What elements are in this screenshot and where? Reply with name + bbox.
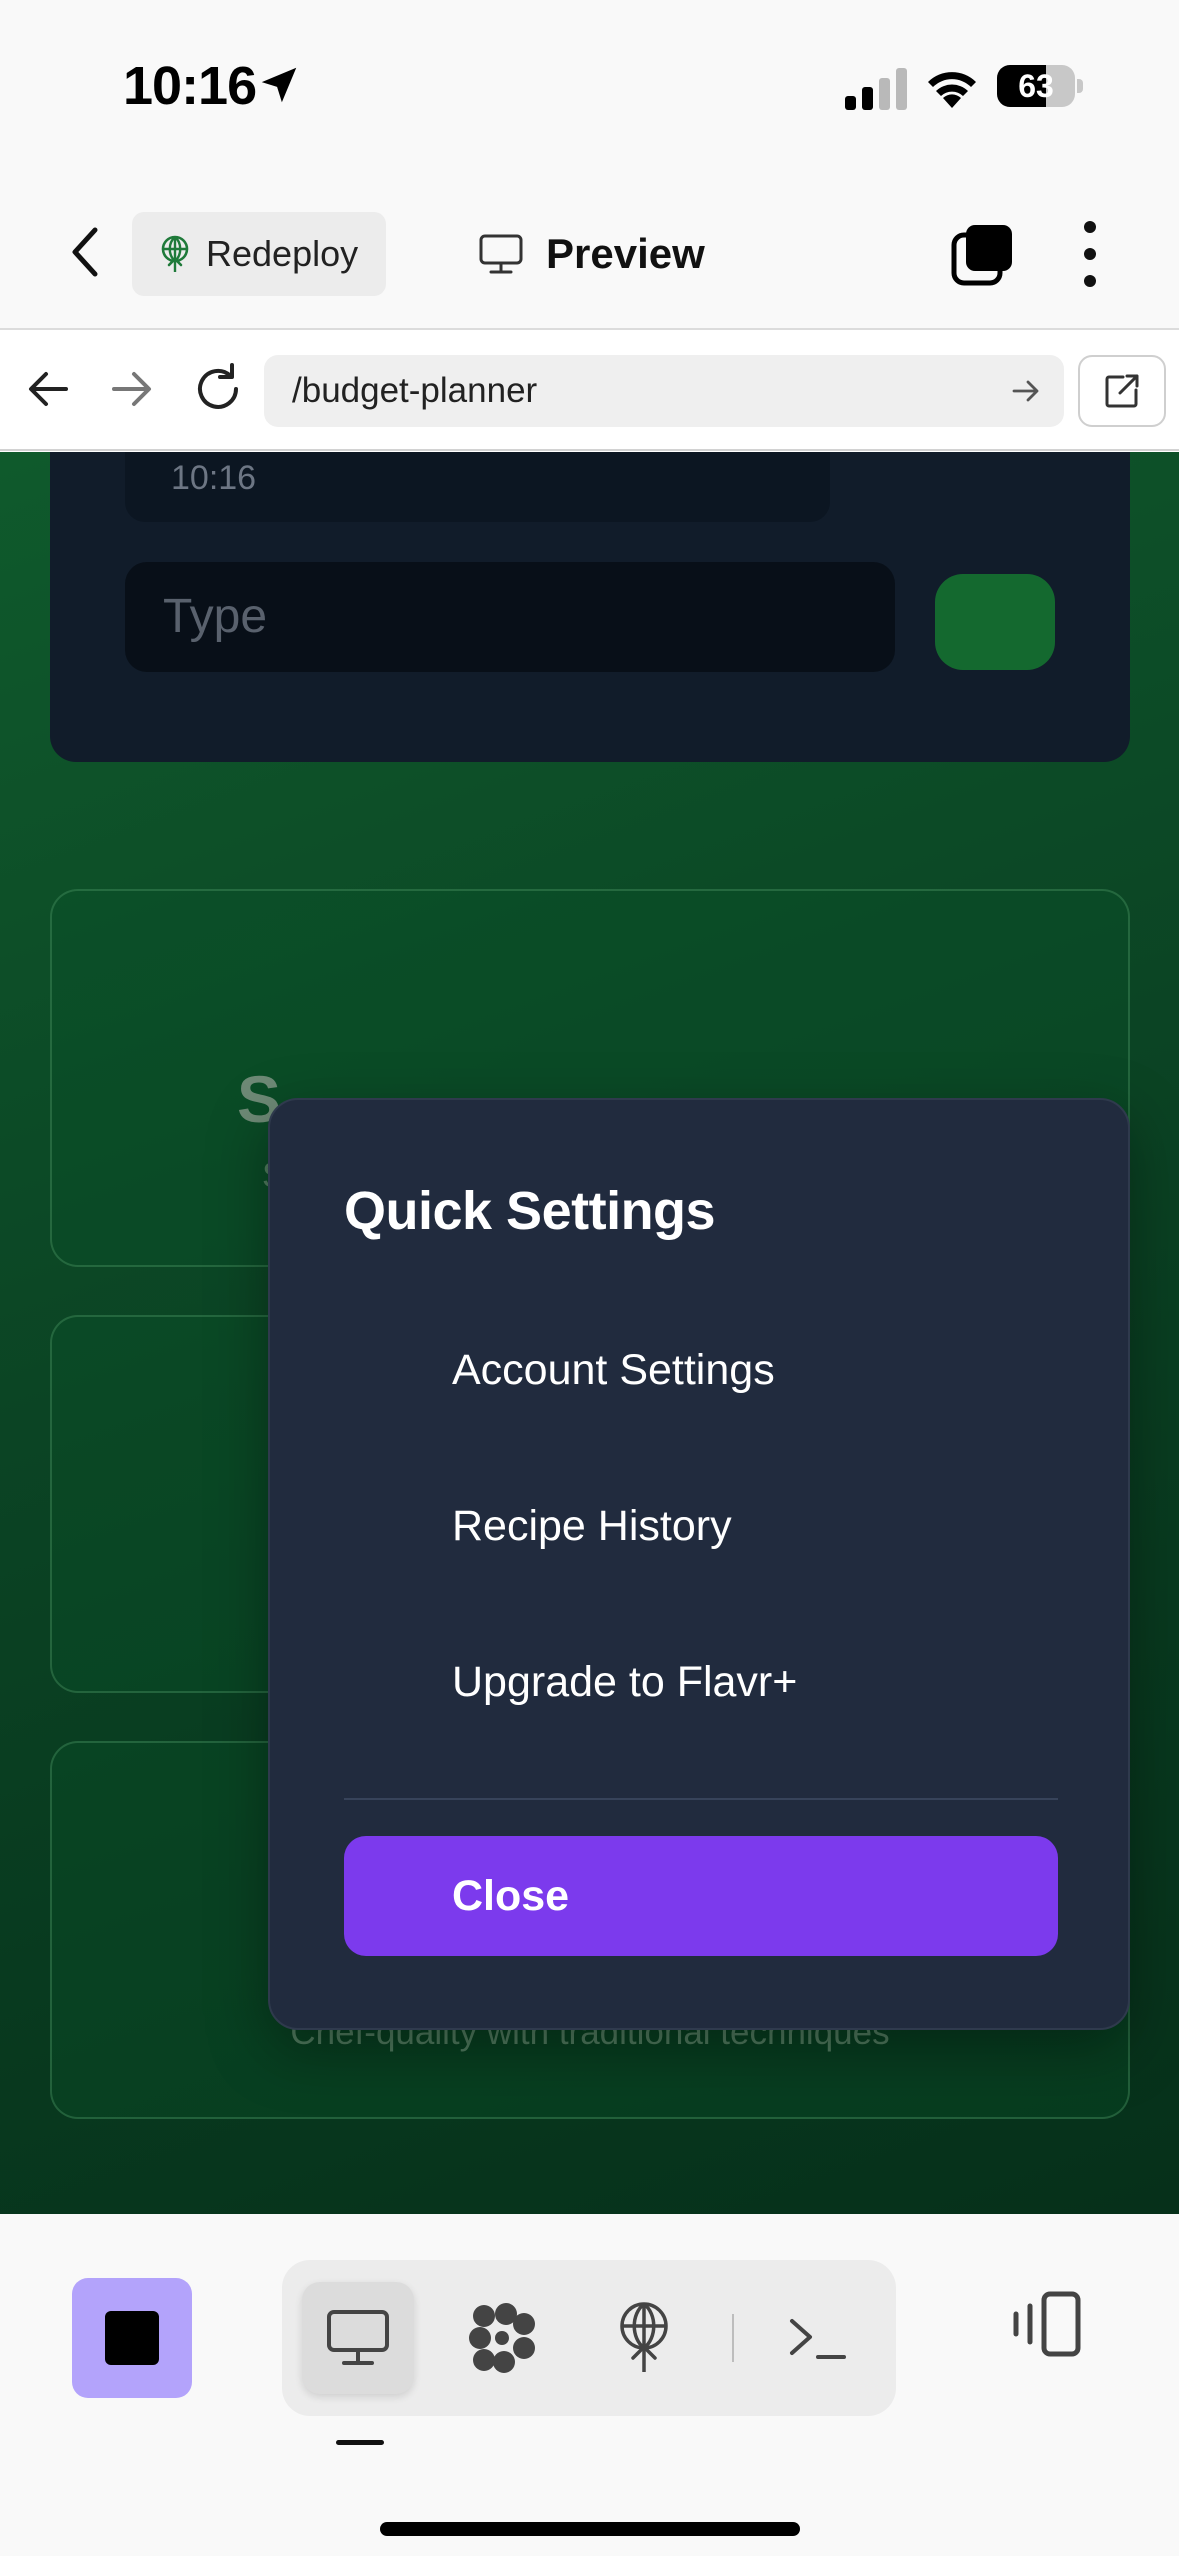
- wifi-icon: [928, 72, 976, 108]
- chevron-left-icon: [72, 227, 98, 277]
- web-preview: 10:16 Type S S Organized by days with va…: [0, 452, 1179, 2214]
- chat-input[interactable]: Type: [125, 562, 895, 672]
- home-indicator: [380, 2522, 800, 2536]
- bottom-toolbar: [0, 2214, 1179, 2556]
- flower-icon: [469, 2303, 535, 2373]
- panel-toggle-icon[interactable]: [1006, 2284, 1090, 2368]
- chat-timestamp: 10:16: [171, 459, 257, 497]
- preview-button[interactable]: Preview: [478, 212, 705, 296]
- battery-percent: 63: [1018, 68, 1054, 104]
- modal-title: Quick Settings: [344, 1181, 716, 1241]
- external-link-icon: [1105, 374, 1139, 408]
- menu-item-upgrade[interactable]: Upgrade to Flavr+: [344, 1622, 1058, 1742]
- active-tool-indicator: [336, 2440, 384, 2445]
- url-text: /budget-planner: [292, 371, 538, 410]
- close-button[interactable]: Close: [344, 1836, 1058, 1956]
- deploy-icon: [620, 2302, 668, 2372]
- battery-indicator: 63: [997, 65, 1083, 107]
- back-button[interactable]: [55, 220, 115, 284]
- deploy-tool-button[interactable]: [588, 2282, 700, 2394]
- arrow-right-icon[interactable]: [106, 363, 158, 415]
- terminal-icon: [790, 2319, 846, 2359]
- arrow-left-icon[interactable]: [22, 363, 74, 415]
- terminal-tool-button[interactable]: [762, 2282, 874, 2394]
- chat-input-placeholder: Type: [163, 590, 268, 643]
- desktop-icon: [327, 2310, 389, 2365]
- open-external-button[interactable]: [1078, 355, 1166, 427]
- quick-settings-modal: Quick Settings Account Settings Recipe H…: [268, 1098, 1130, 2030]
- cellular-signal-icon: [845, 68, 907, 110]
- chat-message: 10:16: [125, 452, 830, 522]
- status-time: 10:16: [123, 56, 257, 116]
- redeploy-button[interactable]: Redeploy: [132, 212, 386, 296]
- status-bar: 10:16 63: [0, 0, 1179, 175]
- tool-switcher: [282, 2260, 896, 2416]
- stop-icon: [105, 2311, 159, 2365]
- url-input[interactable]: /budget-planner: [264, 355, 1064, 427]
- tool-separator: [732, 2314, 734, 2362]
- location-arrow-icon: [261, 67, 297, 103]
- stop-button[interactable]: [72, 2278, 192, 2398]
- app-top-bar: Redeploy Preview: [0, 175, 1179, 330]
- menu-item-recipe-history[interactable]: Recipe History: [344, 1466, 1058, 1586]
- more-options-icon[interactable]: [1070, 217, 1110, 291]
- desktop-tool-button[interactable]: [302, 2282, 414, 2394]
- preview-label: Preview: [546, 230, 705, 277]
- flower-tool-button[interactable]: [446, 2282, 558, 2394]
- redeploy-label: Redeploy: [206, 233, 359, 274]
- menu-item-account-settings[interactable]: Account Settings: [344, 1310, 1058, 1430]
- tabs-icon[interactable]: [950, 223, 1014, 287]
- monitor-icon: [479, 234, 523, 274]
- deploy-icon: [161, 235, 189, 272]
- chat-card: 10:16 Type: [50, 452, 1130, 762]
- reload-icon[interactable]: [190, 361, 246, 417]
- url-bar: /budget-planner: [0, 331, 1179, 451]
- go-arrow-icon[interactable]: [1010, 375, 1042, 407]
- send-button[interactable]: [935, 574, 1055, 670]
- divider: [344, 1798, 1058, 1800]
